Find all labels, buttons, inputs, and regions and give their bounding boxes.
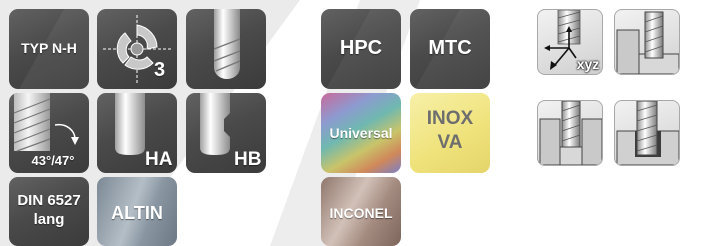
mtc-tile: MTC [410, 9, 490, 89]
universal-tile: Universal [321, 93, 401, 173]
inox-va-tile: INOX VA [410, 93, 490, 173]
xyz-label: xyz [576, 56, 600, 72]
altin-label: ALTIN [111, 203, 163, 223]
typ-nh-tile: TYP N-H [9, 9, 89, 89]
inox-label-line2: VA [437, 132, 463, 153]
shank-ha-tile: HA [97, 93, 177, 173]
universal-label: Universal [329, 125, 393, 141]
slot-milling-tile [537, 100, 603, 166]
din-6527-label-line2: lang [33, 211, 65, 228]
xyz-milling-tile: xyz [537, 9, 603, 75]
cutter-3-tile: 3 [97, 9, 177, 89]
inconel-label: INCONEL [329, 205, 393, 221]
mtc-label: MTC [428, 37, 472, 59]
hpc-label: HPC [339, 37, 383, 59]
cutter-flute-count: 3 [154, 59, 166, 81]
hpc-tile: HPC [321, 9, 401, 89]
shank-hb-label: HB [234, 149, 262, 170]
cylindrical-shank-tile [186, 9, 266, 89]
altin-tile: ALTIN [97, 177, 177, 246]
helix-angle-label: 43°/47° [31, 153, 75, 168]
shank-ha-label: HA [145, 149, 173, 170]
shoulder-milling-icon [616, 11, 679, 74]
shank-hb-tile: HB [186, 93, 266, 173]
din-6527-tile: DIN 6527 lang [9, 177, 89, 246]
cylindrical-shank-icon [213, 9, 241, 79]
shoulder-milling-tile [614, 9, 680, 75]
inconel-tile: INCONEL [321, 177, 401, 246]
din-6527-label-line1: DIN 6527 [17, 192, 81, 209]
plunge-milling-icon [616, 101, 679, 165]
typ-nh-label: TYP N-H [21, 40, 77, 56]
plunge-milling-tile [614, 100, 680, 166]
inox-label-line1: INOX [426, 108, 474, 129]
helix-angle-tile: 43°/47° [9, 93, 89, 173]
slot-milling-icon [539, 101, 602, 165]
